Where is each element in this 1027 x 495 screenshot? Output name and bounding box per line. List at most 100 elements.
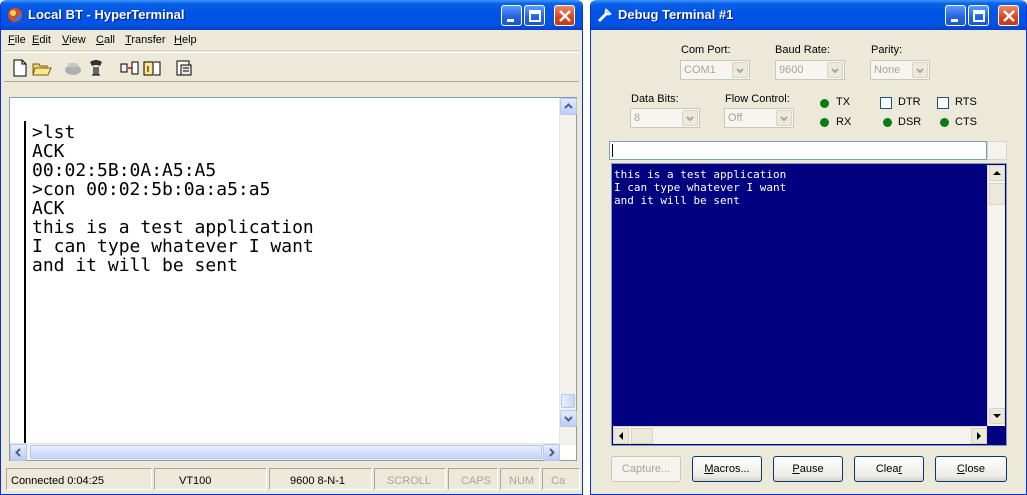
com-port-select[interactable]: COM1 bbox=[680, 60, 750, 80]
status-bar: Connected 0:04:25 VT100 9600 8-N-1 SCROL… bbox=[4, 465, 580, 492]
dtr-checkbox[interactable] bbox=[880, 97, 892, 109]
data-bits-select[interactable]: 8 bbox=[630, 108, 700, 128]
text-cursor bbox=[612, 144, 613, 157]
horizontal-scroll-thumb[interactable] bbox=[30, 445, 542, 459]
close-window-button[interactable] bbox=[554, 5, 575, 26]
status-connected: Connected 0:04:25 bbox=[6, 468, 152, 490]
rts-checkbox[interactable] bbox=[937, 97, 949, 109]
menu-help[interactable]: Help bbox=[174, 34, 197, 46]
vertical-scroll-thumb[interactable] bbox=[989, 183, 1005, 205]
minimize-button[interactable] bbox=[945, 5, 966, 26]
maximize-button[interactable] bbox=[968, 5, 989, 26]
status-num: NUM bbox=[500, 468, 540, 490]
receive-pane[interactable]: this is a test application I can type wha… bbox=[611, 163, 1007, 446]
data-bits-label: Data Bits: bbox=[631, 93, 679, 105]
dropdown-arrow-icon bbox=[776, 110, 792, 126]
minimize-button[interactable] bbox=[501, 5, 522, 26]
maximize-icon bbox=[529, 10, 541, 22]
status-emulation: VT100 bbox=[154, 468, 267, 490]
disconnect-phone-icon[interactable] bbox=[63, 59, 83, 77]
arrow-up-icon bbox=[564, 103, 573, 109]
receive-line: this is a test application bbox=[614, 168, 787, 181]
title-bar[interactable]: Debug Terminal #1 bbox=[591, 0, 1026, 30]
baud-rate-select[interactable]: 9600 bbox=[775, 60, 845, 80]
clear-button[interactable]: Clear bbox=[854, 456, 924, 482]
scroll-down-button[interactable] bbox=[989, 408, 1005, 424]
horizontal-scrollbar[interactable] bbox=[10, 443, 560, 461]
terminal-line: >lst bbox=[32, 122, 76, 143]
connect-phone-icon[interactable] bbox=[86, 59, 106, 77]
com-port-value: COM1 bbox=[684, 64, 716, 76]
rts-label: RTS bbox=[955, 96, 977, 108]
dtr-label: DTR bbox=[898, 96, 921, 108]
scroll-down-button[interactable] bbox=[560, 410, 577, 427]
terminal-line: ACK bbox=[32, 198, 65, 219]
rx-led bbox=[820, 118, 829, 127]
scroll-left-button[interactable] bbox=[613, 428, 629, 444]
send-file-icon[interactable] bbox=[119, 59, 139, 77]
horizontal-scroll-thumb[interactable] bbox=[631, 428, 653, 444]
dsr-label: DSR bbox=[898, 116, 922, 128]
dropdown-arrow-icon bbox=[827, 62, 843, 78]
dsr-led bbox=[883, 118, 892, 127]
terminal-line: I can type whatever I want bbox=[32, 236, 314, 257]
parity-select[interactable]: None bbox=[870, 60, 930, 80]
dropdown-arrow-icon bbox=[732, 62, 748, 78]
macros-button[interactable]: Macros... bbox=[692, 456, 762, 482]
menu-call[interactable]: Call bbox=[96, 34, 115, 46]
pause-button[interactable]: Pause bbox=[773, 456, 843, 482]
flow-control-select[interactable]: Off bbox=[724, 108, 794, 128]
menu-transfer[interactable]: Transfer bbox=[125, 34, 166, 46]
cts-label: CTS bbox=[955, 116, 977, 128]
vertical-scrollbar[interactable] bbox=[559, 98, 577, 445]
menu-view[interactable]: View bbox=[62, 34, 86, 46]
tx-label: TX bbox=[836, 96, 851, 108]
scroll-right-button[interactable] bbox=[971, 428, 987, 444]
toolbar bbox=[4, 52, 579, 82]
terminal-cursor-bar bbox=[24, 121, 26, 461]
window-title: Local BT - HyperTerminal bbox=[28, 7, 185, 22]
status-capture: Ca bbox=[542, 468, 580, 490]
scroll-right-button[interactable] bbox=[543, 444, 560, 461]
receive-horizontal-scrollbar[interactable] bbox=[613, 426, 987, 444]
transmit-scroll[interactable] bbox=[987, 141, 1007, 160]
rx-label: RX bbox=[836, 116, 852, 128]
maximize-button[interactable] bbox=[524, 5, 545, 26]
vertical-scroll-thumb[interactable] bbox=[561, 394, 575, 408]
receive-line: I can type whatever I want bbox=[614, 181, 787, 194]
scroll-up-button[interactable] bbox=[560, 98, 577, 115]
properties-icon[interactable] bbox=[174, 59, 194, 77]
terminal-line: >con 00:02:5b:0a:a5:a5 bbox=[32, 179, 271, 200]
new-file-icon[interactable] bbox=[10, 59, 30, 77]
com-port-label: Com Port: bbox=[681, 44, 731, 56]
dropdown-arrow-icon bbox=[912, 62, 928, 78]
terminal-output: >lst ACK 00:02:5B:0A:A5:A5 >con 00:02:5b:0a… bbox=[32, 123, 314, 275]
flow-control-value: Off bbox=[728, 112, 743, 124]
terminal-area[interactable]: >lst ACK 00:02:5B:0A:A5:A5 >con 00:02:5b:0a… bbox=[9, 97, 577, 461]
receive-file-icon[interactable] bbox=[142, 59, 162, 77]
flow-control-label: Flow Control: bbox=[725, 93, 790, 105]
arrow-left-icon bbox=[619, 432, 623, 440]
menu-edit[interactable]: Edit bbox=[32, 34, 51, 46]
scroll-up-button[interactable] bbox=[989, 165, 1005, 181]
dropdown-arrow-icon bbox=[682, 110, 698, 126]
status-scroll: SCROLL bbox=[374, 468, 446, 490]
status-settings: 9600 8-N-1 bbox=[269, 468, 372, 490]
cts-led bbox=[940, 118, 949, 127]
menu-file[interactable]: File bbox=[8, 34, 26, 46]
arrow-down-icon bbox=[993, 414, 1001, 418]
scroll-left-button[interactable] bbox=[10, 444, 27, 461]
transmit-input[interactable] bbox=[609, 141, 987, 160]
close-window-button[interactable] bbox=[998, 5, 1019, 26]
open-folder-icon[interactable] bbox=[32, 59, 52, 77]
arrow-up-icon bbox=[993, 171, 1001, 175]
maximize-icon bbox=[973, 10, 985, 22]
terminal-line: ACK bbox=[32, 141, 65, 162]
close-button[interactable]: Close bbox=[935, 456, 1007, 482]
title-bar[interactable]: Local BT - HyperTerminal bbox=[1, 0, 582, 30]
parity-value: None bbox=[874, 64, 901, 76]
receive-vertical-scrollbar[interactable] bbox=[987, 165, 1005, 426]
debug-terminal-app-icon bbox=[597, 8, 612, 23]
minimize-icon bbox=[951, 19, 958, 22]
capture-button[interactable]: Capture... bbox=[611, 456, 681, 482]
